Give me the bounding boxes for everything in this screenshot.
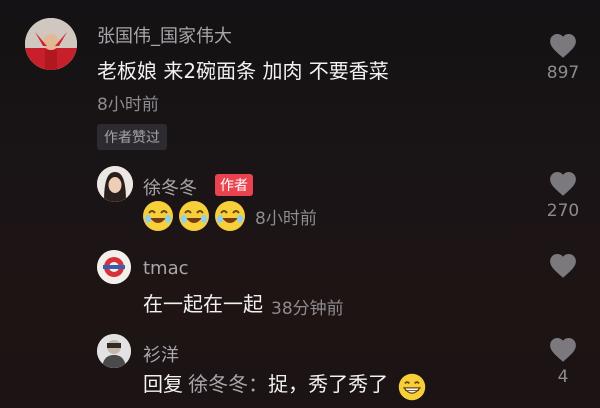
comment-username[interactable]: 徐冬冬: [143, 174, 197, 200]
heart-icon: [550, 253, 576, 278]
comment-text: 捉，秀了秀了: [268, 372, 389, 396]
comment-text: 8小时前: [141, 199, 317, 233]
comment-text: 老板娘 来2碗面条 加肉 不要香菜: [97, 59, 389, 83]
comment-time: 38分钟前: [271, 299, 344, 319]
reply-to-username[interactable]: 徐冬冬：: [188, 372, 268, 396]
like-button[interactable]: [533, 252, 593, 283]
like-count: 270: [546, 201, 580, 221]
like-button[interactable]: 897: [533, 32, 593, 83]
author-tag: 作者: [215, 174, 253, 196]
comment-username[interactable]: 张国伟_国家伟大: [97, 22, 232, 48]
like-button[interactable]: 270: [533, 170, 593, 221]
like-count: 897: [546, 63, 580, 83]
avatar[interactable]: [97, 250, 131, 284]
heart-icon: [550, 33, 576, 58]
author-liked-badge: 作者赞过: [97, 124, 167, 150]
laughing-emoji-icon: [215, 201, 245, 231]
grinning-emoji-icon: [398, 373, 426, 400]
like-button[interactable]: 4: [533, 336, 593, 387]
comment-row: 在一起在一起 38分钟前: [143, 288, 344, 319]
comment-list: 张国伟_国家伟大 老板娘 来2碗面条 加肉 不要香菜 8小时前 作者赞过 897…: [0, 0, 600, 408]
laughing-emoji-icon: [179, 201, 209, 231]
heart-icon: [550, 171, 576, 196]
avatar[interactable]: [97, 334, 131, 368]
avatar[interactable]: [97, 166, 133, 202]
avatar[interactable]: [25, 18, 77, 70]
comment-text: 在一起在一起: [143, 292, 263, 316]
like-count: 4: [557, 367, 569, 387]
comment-time: 8小时前: [255, 208, 317, 229]
comment-time: 8小时前: [97, 95, 159, 115]
laughing-emoji-icon: [143, 201, 173, 231]
reply-prefix: 回复: [143, 372, 183, 396]
comment-username[interactable]: tmac: [143, 258, 189, 279]
comment-row: 回复 徐冬冬：捉，秀了秀了: [143, 368, 427, 402]
comment-username[interactable]: 衫洋: [143, 341, 179, 367]
heart-icon: [550, 337, 576, 362]
